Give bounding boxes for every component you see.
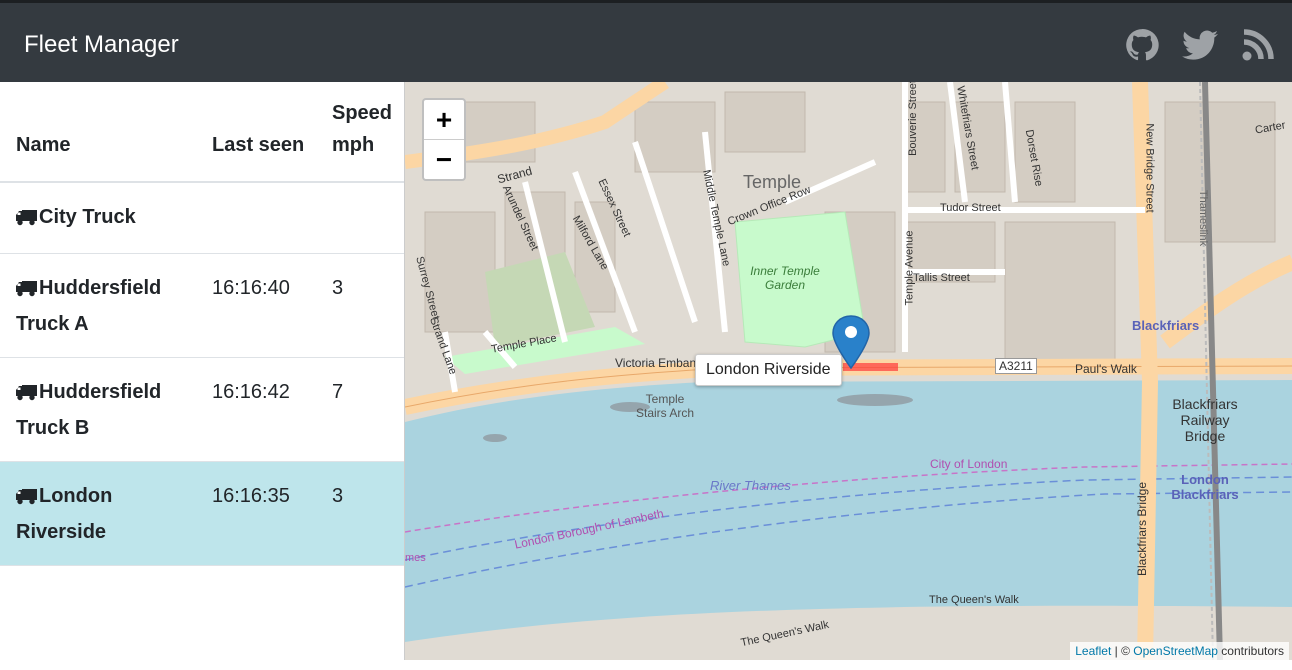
table-row-selected[interactable]: London Riverside 16:16:35 3 — [0, 461, 404, 566]
map-label: Thameslink — [1197, 189, 1210, 247]
map-label: River Thames — [710, 478, 791, 493]
osm-link[interactable]: OpenStreetMap — [1133, 644, 1218, 658]
marker-tooltip: London Riverside — [695, 354, 842, 386]
last-seen-cell: 16:16:42 — [196, 357, 316, 462]
col-header-speed[interactable]: Speed mph — [316, 82, 404, 183]
map-label: The Queen's Walk — [929, 594, 1019, 606]
fleet-sidebar: Name Last seen Speed mph City Truck Hudd… — [0, 82, 404, 670]
map-label: Blackfriars Bridge — [1135, 481, 1150, 577]
github-icon[interactable] — [1122, 25, 1162, 65]
truck-icon — [16, 379, 38, 412]
map-label: Blackfriars — [1132, 318, 1200, 333]
speed-cell — [316, 182, 404, 254]
map-label: mes — [405, 552, 426, 564]
app-title[interactable]: Fleet Manager — [24, 31, 179, 59]
attribution-suffix: contributors — [1217, 644, 1284, 658]
map-label: Paul's Walk — [1075, 362, 1137, 376]
map-label: Blackfriars Railway Bridge — [1172, 396, 1238, 444]
table-row[interactable]: Huddersfield Truck A 16:16:40 3 — [0, 253, 404, 358]
last-seen-cell: 16:16:35 — [196, 461, 316, 566]
map-label: Temple Stairs Arch — [635, 392, 695, 420]
map-tiles — [405, 82, 1292, 660]
leaflet-link[interactable]: Leaflet — [1075, 644, 1111, 658]
speed-cell: 3 — [316, 253, 404, 358]
table-row[interactable]: City Truck — [0, 182, 404, 254]
map-label: Tudor Street — [940, 202, 1001, 214]
speed-cell: 3 — [316, 461, 404, 566]
truck-icon — [16, 483, 38, 516]
truck-name: City Truck — [39, 206, 136, 228]
navbar: Fleet Manager — [0, 0, 1292, 82]
map-label: Temple Avenue — [903, 230, 916, 306]
map-label: Tallis Street — [913, 272, 970, 284]
last-seen-cell — [196, 182, 316, 254]
map-label: City of London — [930, 457, 1008, 471]
map-label: New Bridge Street — [1143, 123, 1156, 213]
fleet-table: Name Last seen Speed mph City Truck Hudd… — [0, 82, 404, 566]
col-header-last-seen[interactable]: Last seen — [196, 82, 316, 183]
map-view[interactable]: Temple Inner Temple Garden Victoria Emba… — [404, 82, 1292, 660]
map-label: Bouverie Street — [906, 82, 919, 156]
map-label: Inner Temple Garden — [750, 264, 820, 292]
truck-icon — [16, 275, 38, 308]
map-label: London Blackfriars — [1171, 472, 1239, 502]
nav-icons — [1122, 25, 1278, 65]
truck-icon — [16, 204, 38, 237]
map-attribution: Leaflet | © OpenStreetMap contributors — [1070, 642, 1289, 660]
rss-icon[interactable] — [1238, 25, 1278, 65]
map-label: A3211 — [995, 358, 1037, 374]
attribution-separator: | © — [1111, 644, 1134, 658]
col-header-name[interactable]: Name — [0, 82, 196, 183]
zoom-out-button[interactable]: − — [424, 139, 464, 179]
speed-cell: 7 — [316, 357, 404, 462]
table-row[interactable]: Huddersfield Truck B 16:16:42 7 — [0, 357, 404, 462]
last-seen-cell: 16:16:40 — [196, 253, 316, 358]
zoom-control: + − — [422, 98, 466, 181]
zoom-in-button[interactable]: + — [424, 100, 464, 139]
twitter-icon[interactable] — [1180, 25, 1220, 65]
